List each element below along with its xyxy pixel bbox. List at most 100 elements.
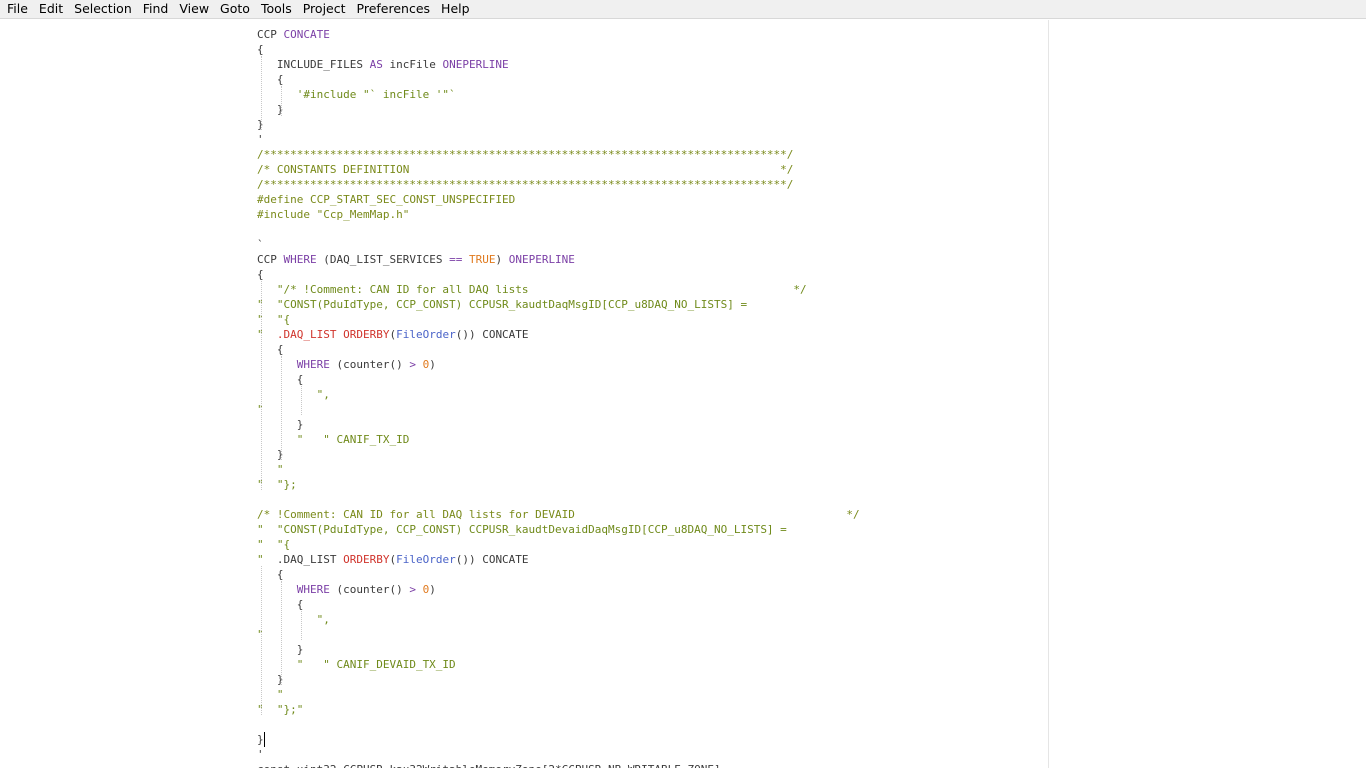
code-line[interactable]: const uint32 CCPUSR_kau32WritableMemoryZ…: [257, 762, 721, 768]
menu-view[interactable]: View: [175, 0, 213, 18]
code-token: /* !Comment: CAN ID for all DAQ lists fo…: [257, 508, 860, 521]
menu-preferences[interactable]: Preferences: [353, 0, 435, 18]
code-token: " " CANIF_DEVAID_TX_ID: [257, 658, 456, 671]
code-token: (counter(): [329, 583, 410, 596]
indent-guide: [281, 86, 282, 116]
code-token: `: [257, 238, 264, 251]
code-token: ONEPERLINE: [508, 253, 575, 266]
code-token: ': [257, 748, 264, 761]
code-line[interactable]: #include "Ccp_MemMap.h": [257, 207, 409, 222]
code-line[interactable]: " " CANIF_TX_ID: [257, 432, 410, 447]
code-line[interactable]: {: [257, 267, 264, 282]
code-line[interactable]: WHERE (counter() > 0): [257, 582, 436, 597]
code-token: ONEPERLINE: [442, 58, 509, 71]
code-token: /* CONSTANTS DEFINITION */: [257, 163, 794, 176]
indent-guide: [281, 581, 282, 685]
menu-file[interactable]: File: [3, 0, 32, 18]
indent-guide: [301, 386, 302, 415]
text-cursor: [264, 732, 265, 747]
indent-guide: [301, 611, 302, 640]
code-token: {: [257, 268, 264, 281]
code-token: {: [257, 43, 264, 56]
code-token: CONCATE: [283, 28, 330, 41]
code-token: FileOrder: [396, 553, 456, 566]
code-token: const uint32 CCPUSR_kau32WritableMemoryZ…: [257, 763, 721, 768]
code-token: ()) CONCATE: [455, 328, 529, 341]
code-token: INCLUDE_FILES: [257, 58, 370, 71]
code-token: (counter(): [329, 358, 410, 371]
code-token: ": [257, 328, 277, 341]
code-line[interactable]: " .DAQ_LIST ORDERBY(FileOrder()) CONCATE: [257, 552, 529, 567]
code-token: incFile: [382, 58, 443, 71]
code-line[interactable]: " "};: [257, 477, 297, 492]
code-line[interactable]: #define CCP_START_SEC_CONST_UNSPECIFIED: [257, 192, 515, 207]
code-line[interactable]: " "{: [257, 537, 290, 552]
code-line[interactable]: }: [257, 732, 264, 747]
code-token: FileOrder: [396, 328, 456, 341]
code-token: ": [257, 553, 277, 566]
code-line[interactable]: /***************************************…: [257, 177, 793, 192]
menu-find[interactable]: Find: [139, 0, 173, 18]
code-line[interactable]: ': [257, 132, 264, 147]
code-line[interactable]: " "CONST(PduIdType, CCP_CONST) CCPUSR_ka…: [257, 522, 787, 537]
menu-goto[interactable]: Goto: [216, 0, 254, 18]
code-line[interactable]: CCP CONCATE: [257, 27, 330, 42]
code-token: ",: [257, 388, 330, 401]
code-editor[interactable]: CCP CONCATE{ INCLUDE_FILES AS incFile ON…: [0, 20, 1366, 768]
code-line[interactable]: '#include "` incFile '"`: [257, 87, 456, 102]
code-token: TRUE: [468, 253, 496, 266]
code-token: }: [257, 733, 264, 746]
code-line[interactable]: " "};": [257, 702, 303, 717]
menu-edit[interactable]: Edit: [35, 0, 67, 18]
indent-guide: [261, 56, 262, 130]
code-line[interactable]: INCLUDE_FILES AS incFile ONEPERLINE: [257, 57, 509, 72]
code-token: AS: [369, 58, 383, 71]
code-line[interactable]: "/* !Comment: CAN ID for all DAQ lists *…: [257, 282, 807, 297]
menu-help[interactable]: Help: [437, 0, 474, 18]
code-line[interactable]: ",: [257, 612, 330, 627]
indent-guide: [261, 281, 262, 490]
code-line[interactable]: " "CONST(PduIdType, CCP_CONST) CCPUSR_ka…: [257, 297, 747, 312]
code-token: /***************************************…: [257, 178, 794, 191]
ruler-line: [1048, 20, 1049, 768]
code-line[interactable]: /* CONSTANTS DEFINITION */: [257, 162, 793, 177]
code-token: " "};: [257, 478, 297, 491]
code-token: >: [409, 358, 416, 371]
code-line[interactable]: /* !Comment: CAN ID for all DAQ lists fo…: [257, 507, 860, 522]
code-token: #include "Ccp_MemMap.h": [257, 208, 410, 221]
code-token: " "{: [257, 538, 291, 551]
code-token: WHERE: [296, 358, 330, 371]
code-line[interactable]: `: [257, 237, 264, 252]
code-token: >: [409, 583, 416, 596]
menu-tools[interactable]: Tools: [257, 0, 296, 18]
code-line[interactable]: ",: [257, 387, 330, 402]
code-line[interactable]: WHERE (counter() > 0): [257, 357, 436, 372]
code-token: CCP: [257, 253, 284, 266]
code-token: " "};": [257, 703, 304, 716]
menu-bar: File Edit Selection Find View Goto Tools Projec…: [0, 0, 1366, 19]
code-line[interactable]: {: [257, 42, 264, 57]
code-token: ): [429, 583, 436, 596]
menu-project[interactable]: Project: [299, 0, 350, 18]
code-line[interactable]: ': [257, 747, 264, 762]
code-token: .DAQ_LIST: [276, 328, 344, 341]
code-line[interactable]: " " CANIF_DEVAID_TX_ID: [257, 657, 456, 672]
indent-guide: [261, 566, 262, 715]
code-line[interactable]: CCP WHERE (DAQ_LIST_SERVICES == TRUE) ON…: [257, 252, 575, 267]
code-token: ORDERBY: [343, 328, 390, 341]
indent-guide: [281, 356, 282, 460]
code-line[interactable]: /***************************************…: [257, 147, 793, 162]
code-token: /***************************************…: [257, 148, 794, 161]
code-token: #define CCP_START_SEC_CONST_UNSPECIFIED: [257, 193, 516, 206]
code-token: ': [257, 133, 264, 146]
menu-selection[interactable]: Selection: [70, 0, 136, 18]
code-token: ",: [257, 613, 330, 626]
code-token: ==: [449, 253, 463, 266]
code-token: (DAQ_LIST_SERVICES: [316, 253, 450, 266]
code-line[interactable]: " .DAQ_LIST ORDERBY(FileOrder()) CONCATE: [257, 327, 529, 342]
